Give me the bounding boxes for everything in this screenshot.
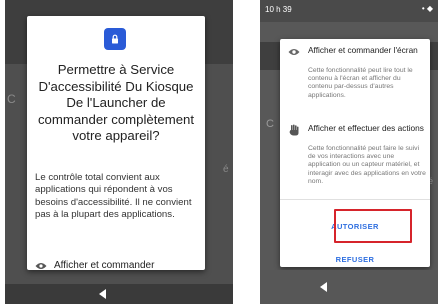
- back-icon[interactable]: [99, 289, 106, 299]
- status-icons: • ◆: [421, 4, 433, 13]
- permission-title: Afficher et effectuer des actions: [308, 123, 424, 133]
- dialog-divider: [280, 199, 430, 200]
- deny-button[interactable]: REFUSER: [280, 255, 430, 264]
- shield-lock-icon: [104, 28, 126, 50]
- accessibility-permission-dialog: Permettre à Service D'accessibilité Du K…: [27, 16, 205, 270]
- eye-icon: [35, 262, 47, 269]
- permission-title: Afficher et commander l'écran: [308, 45, 418, 55]
- status-bar: 10 h 39 • ◆: [260, 0, 438, 22]
- dialog-body: Le contrôle total convient aux applicati…: [35, 172, 192, 221]
- back-icon[interactable]: [320, 282, 327, 292]
- dialog-title: Permettre à Service D'accessibilité Du K…: [37, 62, 195, 144]
- eye-icon: [288, 49, 300, 55]
- permission-item-label: Afficher et commander: [54, 260, 155, 270]
- accessibility-permission-dialog: Afficher et commander l'écran Cette fonc…: [280, 39, 430, 267]
- background-text: C: [266, 118, 274, 130]
- status-time: 10 h 39: [265, 5, 292, 14]
- right-phone-screen: 10 h 39 • ◆ C é Afficher et commander l'…: [260, 0, 438, 304]
- left-phone-screen: C é Permettre à Service D'accessibilité …: [5, 0, 233, 304]
- permission-description: Cette fonctionnalité peut faire le suivi…: [308, 145, 426, 185]
- navigation-bar: [260, 270, 438, 304]
- highlight-annotation: [334, 209, 412, 243]
- navigation-bar: [5, 284, 233, 304]
- hand-icon: [289, 124, 299, 136]
- permission-item: Afficher et commander: [35, 260, 201, 270]
- background-text-edge: é: [223, 164, 229, 175]
- permission-description: Cette fonctionnalité peut lire tout le c…: [308, 67, 413, 99]
- background-text: C: [7, 92, 16, 106]
